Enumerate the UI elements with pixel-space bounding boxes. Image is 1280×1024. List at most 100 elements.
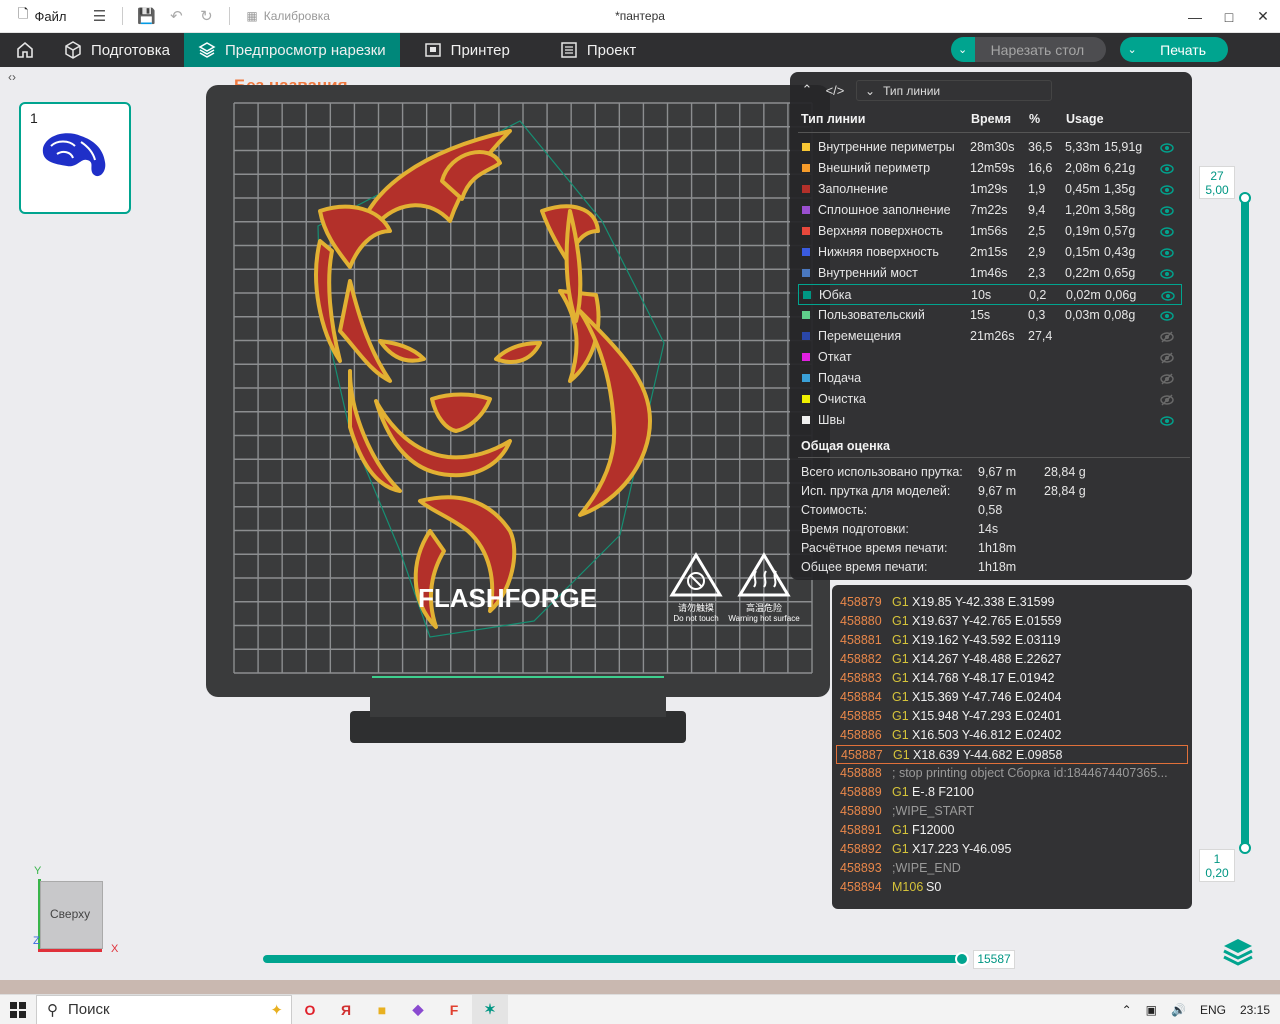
- yandex-icon[interactable]: Я: [328, 995, 364, 1024]
- print-button[interactable]: ⌄ Печать: [1120, 37, 1228, 62]
- chevron-down-icon[interactable]: ⌄: [1120, 37, 1145, 62]
- eye-icon[interactable]: [1160, 225, 1174, 239]
- collapse-up-icon[interactable]: ⌃: [796, 82, 818, 98]
- gcode-line[interactable]: 458893 ;WIPE_END: [836, 859, 1188, 878]
- volume-icon[interactable]: 🔊: [1171, 1003, 1186, 1017]
- menu-icon[interactable]: ☰: [84, 0, 114, 33]
- file-menu-label: Файл: [34, 8, 67, 24]
- close-icon[interactable]: ✕: [1246, 0, 1280, 33]
- gcode-line[interactable]: 458879 G1 X19.85 Y-42.338 E.31599: [836, 593, 1188, 612]
- maximize-icon[interactable]: □: [1212, 0, 1246, 33]
- gcode-line[interactable]: 458890 ;WIPE_START: [836, 802, 1188, 821]
- windows-start-icon[interactable]: [0, 995, 36, 1024]
- flashprint-icon[interactable]: F: [436, 995, 472, 1024]
- language-indicator[interactable]: ENG: [1200, 1003, 1226, 1017]
- eye-icon[interactable]: [1160, 246, 1174, 260]
- eye-off-icon[interactable]: [1160, 330, 1174, 344]
- layer-slider-bottom-handle[interactable]: [1239, 842, 1251, 854]
- legend-columns: Тип линии Время % Usage: [801, 112, 1181, 132]
- summary-label: Всего использовано прутка:: [801, 465, 963, 479]
- view-cube[interactable]: Сверху: [40, 881, 103, 949]
- legend-row[interactable]: Очистка: [798, 389, 1182, 410]
- gcode-line[interactable]: 458884 G1 X15.369 Y-47.746 E.02404: [836, 688, 1188, 707]
- orca-slicer-icon[interactable]: ✶: [472, 994, 508, 1024]
- eye-icon[interactable]: [1160, 309, 1174, 323]
- app-icon[interactable]: ◆: [400, 995, 436, 1024]
- col-time: Время: [971, 112, 1011, 126]
- chevron-down-icon[interactable]: ⌄: [950, 37, 975, 62]
- gcode-line[interactable]: 458889 G1 E-.8 F2100: [836, 783, 1188, 802]
- minimize-icon[interactable]: —: [1178, 0, 1212, 33]
- save-icon[interactable]: 💾: [131, 0, 161, 33]
- collapse-sidebar-icon[interactable]: ‹›: [8, 70, 28, 90]
- legend-row[interactable]: Подача: [798, 368, 1182, 389]
- eye-icon[interactable]: [1160, 414, 1174, 428]
- opera-icon[interactable]: O: [292, 995, 328, 1024]
- summary-label: Время подготовки:: [801, 522, 909, 536]
- gcode-args: X15.948 Y-47.293 E.02401: [912, 709, 1062, 723]
- home-button[interactable]: [0, 33, 50, 67]
- legend-row[interactable]: Юбка 10s 0,2 0,02m 0,06g: [798, 284, 1182, 305]
- legend-row[interactable]: Сплошное заполнение 7m22s 9,4 1,20m 3,58g: [798, 200, 1182, 221]
- slice-plate-button[interactable]: ⌄ Нарезать стол: [950, 37, 1107, 62]
- tab-project[interactable]: Проект: [546, 33, 650, 67]
- legend-row[interactable]: Пользовательский 15s 0,3 0,03m 0,08g: [798, 305, 1182, 326]
- legend-row[interactable]: Нижняя поверхность 2m15s 2,9 0,15m 0,43g: [798, 242, 1182, 263]
- eye-icon[interactable]: [1160, 141, 1174, 155]
- gcode-line[interactable]: 458883 G1 X14.768 Y-48.17 E.01942: [836, 669, 1188, 688]
- 3d-viewport[interactable]: ‹› 1 Без названия: [0, 67, 1280, 980]
- gcode-line[interactable]: 458885 G1 X15.948 Y-47.293 E.02401: [836, 707, 1188, 726]
- gcode-line[interactable]: 458880 G1 X19.637 Y-42.765 E.01559: [836, 612, 1188, 631]
- gcode-line[interactable]: 458894 M106 S0: [836, 878, 1188, 897]
- move-slider-handle[interactable]: [955, 952, 969, 966]
- redo-icon[interactable]: ↻: [191, 0, 221, 33]
- gcode-line-number: 458885: [840, 709, 882, 723]
- network-icon[interactable]: ▣: [1146, 1003, 1157, 1017]
- chevron-up-icon[interactable]: ⌃: [1122, 1003, 1132, 1017]
- legend-row[interactable]: Внешний периметр 12m59s 16,6 2,08m 6,21g: [798, 158, 1182, 179]
- file-menu[interactable]: 🗋 Файл: [18, 5, 66, 27]
- taskbar: ⚲ Поиск ✦ O Я ■ ◆ F ✶ ⌃ ▣ 🔊 ENG 23:15: [0, 994, 1280, 1024]
- eye-off-icon[interactable]: [1160, 393, 1174, 407]
- eye-icon[interactable]: [1160, 204, 1174, 218]
- eye-icon[interactable]: [1161, 289, 1175, 303]
- tab-slice-preview[interactable]: Предпросмотр нарезки: [183, 33, 400, 67]
- gcode-line[interactable]: 458886 G1 X16.503 Y-46.812 E.02402: [836, 726, 1188, 745]
- legend-row[interactable]: Внутренний мост 1m46s 2,3 0,22m 0,65g: [798, 263, 1182, 284]
- eye-icon[interactable]: [1160, 162, 1174, 176]
- eye-off-icon[interactable]: [1160, 372, 1174, 386]
- move-slider-track[interactable]: [263, 955, 966, 963]
- gcode-viewer[interactable]: 458879 G1 X19.85 Y-42.338 E.31599 458880 G1 X…: [832, 585, 1192, 909]
- gcode-line[interactable]: 458891 G1 F12000: [836, 821, 1188, 840]
- code-view-icon[interactable]: </>: [824, 83, 846, 98]
- legend-row[interactable]: Швы: [798, 410, 1182, 431]
- plate-thumbnail[interactable]: 1: [19, 102, 131, 214]
- eye-off-icon[interactable]: [1160, 351, 1174, 365]
- eye-icon[interactable]: [1160, 183, 1174, 197]
- calibration-button[interactable]: ▦ Калибровка: [246, 9, 330, 23]
- gcode-line[interactable]: 458882 G1 X14.267 Y-48.488 E.22627: [836, 650, 1188, 669]
- view-type-select[interactable]: ⌄ Тип линии: [856, 80, 1052, 101]
- layers-icon[interactable]: [1222, 937, 1254, 967]
- eye-icon[interactable]: [1160, 267, 1174, 281]
- folder-icon[interactable]: ■: [364, 995, 400, 1024]
- taskbar-search[interactable]: ⚲ Поиск ✦: [36, 994, 292, 1024]
- tab-printer[interactable]: Принтер: [410, 33, 524, 67]
- gcode-line[interactable]: 458887 G1 X18.639 Y-44.682 E.09858: [836, 745, 1188, 764]
- clock[interactable]: 23:15: [1240, 1003, 1270, 1017]
- gcode-args: X14.768 Y-48.17 E.01942: [912, 671, 1055, 685]
- undo-icon[interactable]: ↶: [161, 0, 191, 33]
- col-usage: Usage: [1066, 112, 1104, 126]
- legend-length: 1,20m: [1065, 203, 1100, 217]
- legend-row[interactable]: Заполнение 1m29s 1,9 0,45m 1,35g: [798, 179, 1182, 200]
- legend-row[interactable]: Перемещения 21m26s 27,4: [798, 326, 1182, 347]
- legend-row[interactable]: Откат: [798, 347, 1182, 368]
- legend-row[interactable]: Внутренние периметры 28m30s 36,5 5,33m 15,91…: [798, 137, 1182, 158]
- layer-slider-top-handle[interactable]: [1239, 192, 1251, 204]
- gcode-line[interactable]: 458888 ; stop printing object Сборка id:1…: [836, 764, 1188, 783]
- gcode-line[interactable]: 458881 G1 X19.162 Y-43.592 E.03119: [836, 631, 1188, 650]
- gcode-line[interactable]: 458892 G1 X17.223 Y-46.095: [836, 840, 1188, 859]
- layer-slider-track[interactable]: [1241, 198, 1249, 849]
- legend-row[interactable]: Верхняя поверхность 1m56s 2,5 0,19m 0,57g: [798, 221, 1182, 242]
- tab-prepare[interactable]: Подготовка: [50, 33, 184, 67]
